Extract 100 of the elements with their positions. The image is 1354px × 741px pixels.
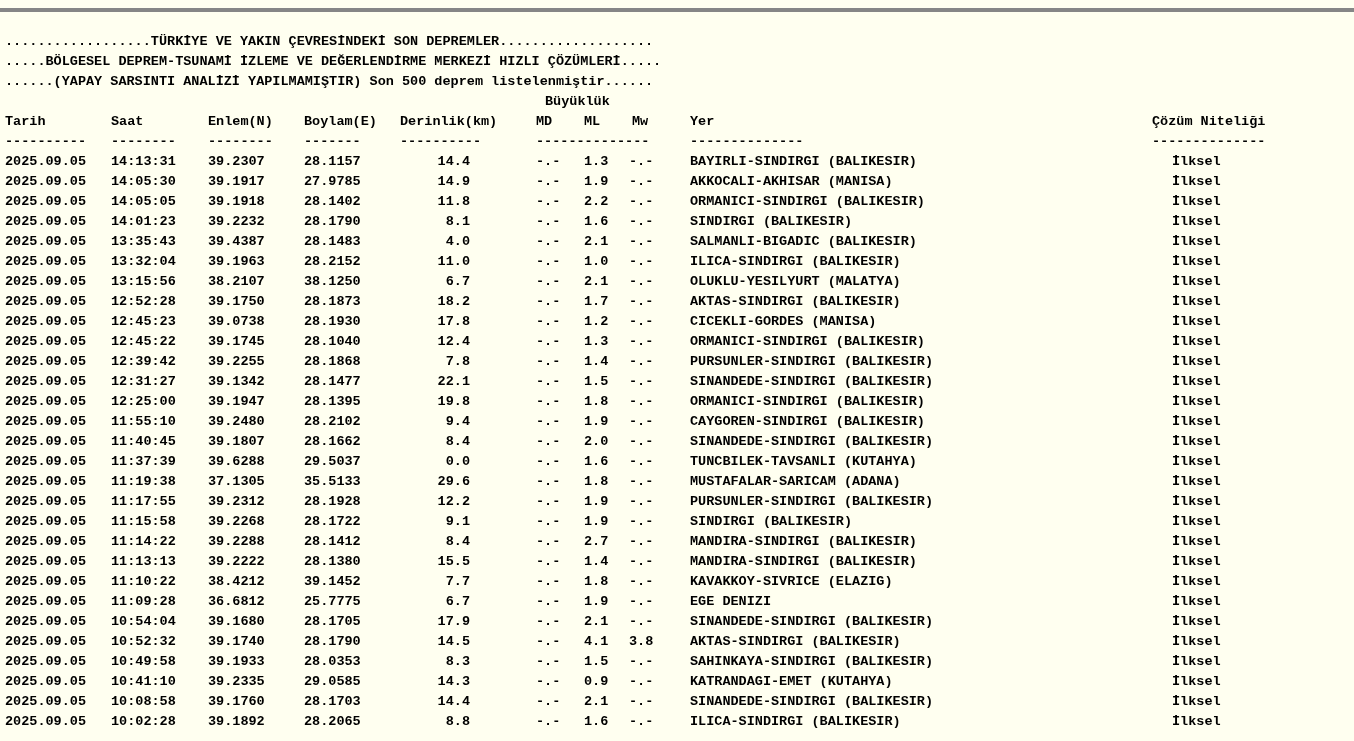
dashed-separator: ---------- (400, 133, 481, 151)
mw-cell-text: -.- (629, 313, 654, 331)
time-cell-text: 12:39:42 (111, 353, 176, 371)
mw-cell-text: -.- (629, 233, 654, 251)
solution-quality-cell-text: İlksel (1172, 533, 1221, 551)
longitude-cell-text: 28.1395 (304, 393, 361, 411)
time-cell-text: 11:10:22 (111, 573, 176, 591)
solution-quality-cell-text: İlksel (1172, 373, 1221, 391)
ml-cell-text: 1.0 (584, 253, 609, 271)
mw-cell-text: -.- (629, 593, 654, 611)
depth-cell-text: 11.8 (437, 193, 470, 211)
depth-cell-text: 8.4 (445, 433, 470, 451)
solution-quality-cell-text: İlksel (1172, 173, 1221, 191)
latitude-cell-text: 39.2480 (208, 413, 265, 431)
latitude-cell-text: 39.1760 (208, 693, 265, 711)
ml-cell-text: 2.7 (584, 533, 609, 551)
latitude-cell-text: 39.2232 (208, 213, 265, 231)
column-header: Derinlik(km) (400, 113, 498, 131)
date-cell-text: 2025.09.05 (5, 273, 86, 291)
md-cell-text: -.- (536, 413, 561, 431)
ml-cell-text: 1.6 (584, 713, 609, 731)
solution-quality-cell-text: İlksel (1172, 693, 1221, 711)
longitude-cell-text: 28.1873 (304, 293, 361, 311)
dashed-separator: ------- (304, 133, 361, 151)
solution-quality-cell-text: İlksel (1172, 213, 1221, 231)
depth-cell-text: 18.2 (437, 293, 470, 311)
date-cell-text: 2025.09.05 (5, 193, 86, 211)
solution-quality-cell-text: İlksel (1172, 393, 1221, 411)
location-cell-text: AKKOCALI-AKHISAR (MANISA) (690, 173, 893, 191)
depth-cell-text: 15.5 (437, 553, 470, 571)
date-cell-text: 2025.09.05 (5, 613, 86, 631)
longitude-cell-text: 28.1477 (304, 373, 361, 391)
solution-quality-cell-text: İlksel (1172, 553, 1221, 571)
date-cell-text: 2025.09.05 (5, 553, 86, 571)
depth-cell-text: 11.0 (437, 253, 470, 271)
longitude-cell-text: 27.9785 (304, 173, 361, 191)
location-cell-text: MANDIRA-SINDIRGI (BALIKESIR) (690, 553, 917, 571)
time-cell-text: 10:49:58 (111, 653, 176, 671)
date-cell-text: 2025.09.05 (5, 473, 86, 491)
longitude-cell-text: 28.1040 (304, 333, 361, 351)
location-cell-text: SALMANLI-BIGADIC (BALIKESIR) (690, 233, 917, 251)
location-cell-text: ILICA-SINDIRGI (BALIKESIR) (690, 253, 901, 271)
latitude-cell-text: 39.2307 (208, 153, 265, 171)
dashed-separator: -------- (208, 133, 273, 151)
md-cell-text: -.- (536, 213, 561, 231)
date-cell-text: 2025.09.05 (5, 333, 86, 351)
depth-cell-text: 8.3 (445, 653, 470, 671)
md-cell-text: -.- (536, 693, 561, 711)
date-cell-text: 2025.09.05 (5, 253, 86, 271)
solution-quality-cell-text: İlksel (1172, 673, 1221, 691)
solution-quality-cell-text: İlksel (1172, 253, 1221, 271)
column-group-header: Büyüklük (544, 93, 610, 111)
date-cell-text: 2025.09.05 (5, 353, 86, 371)
mw-cell-text: -.- (629, 713, 654, 731)
md-cell-text: -.- (536, 253, 561, 271)
md-cell-text: -.- (536, 273, 561, 291)
longitude-cell-text: 28.1722 (304, 513, 361, 531)
column-header: MD (536, 113, 553, 131)
date-cell-text: 2025.09.05 (5, 513, 86, 531)
location-cell-text: OLUKLU-YESILYURT (MALATYA) (690, 273, 901, 291)
latitude-cell-text: 39.2288 (208, 533, 265, 551)
ml-cell-text: 1.3 (584, 333, 609, 351)
ml-cell-text: 4.1 (584, 633, 609, 651)
latitude-cell-text: 39.2268 (208, 513, 265, 531)
md-cell-text: -.- (536, 633, 561, 651)
time-cell-text: 10:52:32 (111, 633, 176, 651)
location-cell-text: EGE DENIZI (690, 593, 771, 611)
location-cell-text: SINANDEDE-SINDIRGI (BALIKESIR) (690, 693, 934, 711)
ml-cell-text: 1.9 (584, 513, 609, 531)
depth-cell-text: 6.7 (445, 273, 470, 291)
time-cell-text: 11:09:28 (111, 593, 176, 611)
dashed-separator: -------------- (1152, 133, 1266, 151)
mw-cell-text: -.- (629, 433, 654, 451)
depth-cell-text: 8.4 (445, 533, 470, 551)
longitude-cell-text: 28.1868 (304, 353, 361, 371)
column-header: Saat (111, 113, 144, 131)
solution-quality-cell-text: İlksel (1172, 353, 1221, 371)
mw-cell-text: -.- (629, 373, 654, 391)
depth-cell-text: 14.3 (437, 673, 470, 691)
latitude-cell-text: 39.1680 (208, 613, 265, 631)
date-cell-text: 2025.09.05 (5, 533, 86, 551)
ml-cell-text: 2.1 (584, 273, 609, 291)
solution-quality-cell-text: İlksel (1172, 713, 1221, 731)
location-cell-text: CICEKLI-GORDES (MANISA) (690, 313, 877, 331)
md-cell-text: -.- (536, 653, 561, 671)
time-cell-text: 11:37:39 (111, 453, 176, 471)
longitude-cell-text: 28.0353 (304, 653, 361, 671)
md-cell-text: -.- (536, 713, 561, 731)
time-cell-text: 13:32:04 (111, 253, 176, 271)
mw-cell-text: -.- (629, 253, 654, 271)
ml-cell-text: 1.9 (584, 413, 609, 431)
time-cell-text: 13:35:43 (111, 233, 176, 251)
solution-quality-cell-text: İlksel (1172, 453, 1221, 471)
longitude-cell-text: 28.1412 (304, 533, 361, 551)
latitude-cell-text: 39.1918 (208, 193, 265, 211)
depth-cell-text: 9.1 (445, 513, 470, 531)
solution-quality-cell-text: İlksel (1172, 493, 1221, 511)
ml-cell-text: 0.9 (584, 673, 609, 691)
ml-cell-text: 1.9 (584, 493, 609, 511)
depth-cell-text: 7.8 (445, 353, 470, 371)
